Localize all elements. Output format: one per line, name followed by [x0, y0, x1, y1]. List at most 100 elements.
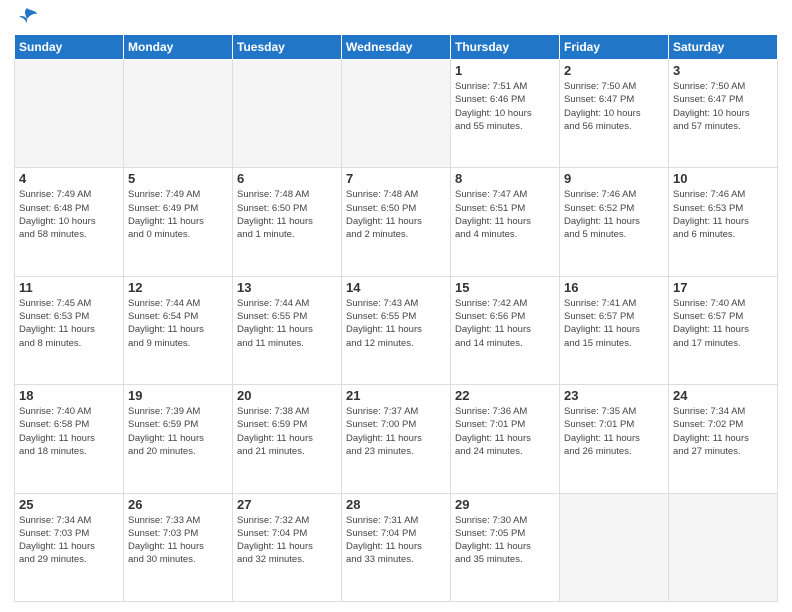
- weekday-header-row: SundayMondayTuesdayWednesdayThursdayFrid…: [15, 35, 778, 60]
- calendar-cell: 29Sunrise: 7:30 AM Sunset: 7:05 PM Dayli…: [451, 493, 560, 601]
- calendar-cell: 15 Sunrise: 7:42 AM Sunset: 6:56 PM Dayli…: [451, 276, 560, 384]
- weekday-header-thursday: Thursday: [451, 35, 560, 60]
- day-info: Sunrise: 7:45 AM Sunset: 6:53 PM Dayligh…: [19, 297, 119, 350]
- day-number: 16: [564, 280, 664, 295]
- day-number: 12: [128, 280, 228, 295]
- day-number: 13: [237, 280, 337, 295]
- day-info: Sunrise: 7:50 AM Sunset: 6:47 PM Dayligh…: [673, 80, 773, 133]
- calendar-cell: 16 Sunrise: 7:41 AM Sunset: 6:57 PM Dayli…: [560, 276, 669, 384]
- calendar-cell: 12 Sunrise: 7:44 AM Sunset: 6:54 PM Dayli…: [124, 276, 233, 384]
- day-number: 20: [237, 388, 337, 403]
- day-info: Sunrise: 7:50 AM Sunset: 6:47 PM Dayligh…: [564, 80, 664, 133]
- day-info: Sunrise: 7:41 AM Sunset: 6:57 PM Dayligh…: [564, 297, 664, 350]
- calendar-cell: 21 Sunrise: 7:37 AM Sunset: 7:00 PM Dayli…: [342, 385, 451, 493]
- day-number: 28: [346, 497, 446, 512]
- calendar-cell: 4 Sunrise: 7:49 AM Sunset: 6:48 PM Daylig…: [15, 168, 124, 276]
- calendar-week-4: 18 Sunrise: 7:40 AM Sunset: 6:58 PM Dayli…: [15, 385, 778, 493]
- day-info: Sunrise: 7:44 AM Sunset: 6:54 PM Dayligh…: [128, 297, 228, 350]
- calendar-cell: 3 Sunrise: 7:50 AM Sunset: 6:47 PM Daylig…: [669, 60, 778, 168]
- day-number: 19: [128, 388, 228, 403]
- calendar-cell: 19 Sunrise: 7:39 AM Sunset: 6:59 PM Dayli…: [124, 385, 233, 493]
- day-info: Sunrise: 7:44 AM Sunset: 6:55 PM Dayligh…: [237, 297, 337, 350]
- day-info: Sunrise: 7:32 AM Sunset: 7:04 PM Dayligh…: [237, 514, 337, 567]
- day-info: Sunrise: 7:42 AM Sunset: 6:56 PM Dayligh…: [455, 297, 555, 350]
- calendar-cell: [15, 60, 124, 168]
- day-info: Sunrise: 7:34 AM Sunset: 7:02 PM Dayligh…: [673, 405, 773, 458]
- day-info: Sunrise: 7:39 AM Sunset: 6:59 PM Dayligh…: [128, 405, 228, 458]
- day-number: 26: [128, 497, 228, 512]
- day-info: Sunrise: 7:40 AM Sunset: 6:57 PM Dayligh…: [673, 297, 773, 350]
- logo-bird-icon: [16, 6, 38, 28]
- day-info: Sunrise: 7:48 AM Sunset: 6:50 PM Dayligh…: [346, 188, 446, 241]
- day-number: 25: [19, 497, 119, 512]
- day-info: Sunrise: 7:31 AM Sunset: 7:04 PM Dayligh…: [346, 514, 446, 567]
- day-number: 27: [237, 497, 337, 512]
- calendar-cell: 27 Sunrise: 7:32 AM Sunset: 7:04 PM Dayli…: [233, 493, 342, 601]
- weekday-header-tuesday: Tuesday: [233, 35, 342, 60]
- calendar-cell: 18 Sunrise: 7:40 AM Sunset: 6:58 PM Dayli…: [15, 385, 124, 493]
- day-info: Sunrise: 7:51 AM Sunset: 6:46 PM Dayligh…: [455, 80, 555, 133]
- calendar-cell: 20 Sunrise: 7:38 AM Sunset: 6:59 PM Dayli…: [233, 385, 342, 493]
- calendar-cell: [233, 60, 342, 168]
- day-number: 4: [19, 171, 119, 186]
- day-number: 1: [455, 63, 555, 78]
- page: SundayMondayTuesdayWednesdayThursdayFrid…: [0, 0, 792, 612]
- calendar-cell: 13 Sunrise: 7:44 AM Sunset: 6:55 PM Dayli…: [233, 276, 342, 384]
- day-number: 3: [673, 63, 773, 78]
- day-number: 8: [455, 171, 555, 186]
- day-info: Sunrise: 7:40 AM Sunset: 6:58 PM Dayligh…: [19, 405, 119, 458]
- day-number: 22: [455, 388, 555, 403]
- calendar-week-5: 25 Sunrise: 7:34 AM Sunset: 7:03 PM Dayli…: [15, 493, 778, 601]
- calendar-cell: 22Sunrise: 7:36 AM Sunset: 7:01 PM Dayli…: [451, 385, 560, 493]
- calendar-cell: [560, 493, 669, 601]
- day-info: Sunrise: 7:37 AM Sunset: 7:00 PM Dayligh…: [346, 405, 446, 458]
- calendar-week-2: 4 Sunrise: 7:49 AM Sunset: 6:48 PM Daylig…: [15, 168, 778, 276]
- calendar-cell: 24 Sunrise: 7:34 AM Sunset: 7:02 PM Dayli…: [669, 385, 778, 493]
- day-number: 9: [564, 171, 664, 186]
- calendar-cell: 11 Sunrise: 7:45 AM Sunset: 6:53 PM Dayli…: [15, 276, 124, 384]
- day-info: Sunrise: 7:38 AM Sunset: 6:59 PM Dayligh…: [237, 405, 337, 458]
- day-info: Sunrise: 7:49 AM Sunset: 6:49 PM Dayligh…: [128, 188, 228, 241]
- day-info: Sunrise: 7:33 AM Sunset: 7:03 PM Dayligh…: [128, 514, 228, 567]
- day-info: Sunrise: 7:34 AM Sunset: 7:03 PM Dayligh…: [19, 514, 119, 567]
- day-info: Sunrise: 7:35 AM Sunset: 7:01 PM Dayligh…: [564, 405, 664, 458]
- calendar-cell: 10 Sunrise: 7:46 AM Sunset: 6:53 PM Dayli…: [669, 168, 778, 276]
- day-info: Sunrise: 7:30 AM Sunset: 7:05 PM Dayligh…: [455, 514, 555, 567]
- weekday-header-friday: Friday: [560, 35, 669, 60]
- calendar-cell: [669, 493, 778, 601]
- day-number: 23: [564, 388, 664, 403]
- calendar-cell: 8Sunrise: 7:47 AM Sunset: 6:51 PM Daylig…: [451, 168, 560, 276]
- day-info: Sunrise: 7:48 AM Sunset: 6:50 PM Dayligh…: [237, 188, 337, 241]
- day-info: Sunrise: 7:49 AM Sunset: 6:48 PM Dayligh…: [19, 188, 119, 241]
- day-number: 15: [455, 280, 555, 295]
- calendar-cell: [342, 60, 451, 168]
- calendar-cell: 5 Sunrise: 7:49 AM Sunset: 6:49 PM Daylig…: [124, 168, 233, 276]
- calendar-week-1: 1 Sunrise: 7:51 AM Sunset: 6:46 PM Daylig…: [15, 60, 778, 168]
- day-number: 21: [346, 388, 446, 403]
- day-number: 14: [346, 280, 446, 295]
- calendar-week-3: 11 Sunrise: 7:45 AM Sunset: 6:53 PM Dayli…: [15, 276, 778, 384]
- weekday-header-sunday: Sunday: [15, 35, 124, 60]
- calendar-cell: 25 Sunrise: 7:34 AM Sunset: 7:03 PM Dayli…: [15, 493, 124, 601]
- day-number: 24: [673, 388, 773, 403]
- day-info: Sunrise: 7:46 AM Sunset: 6:52 PM Dayligh…: [564, 188, 664, 241]
- day-number: 10: [673, 171, 773, 186]
- weekday-header-wednesday: Wednesday: [342, 35, 451, 60]
- calendar-cell: 1 Sunrise: 7:51 AM Sunset: 6:46 PM Daylig…: [451, 60, 560, 168]
- day-number: 11: [19, 280, 119, 295]
- weekday-header-saturday: Saturday: [669, 35, 778, 60]
- calendar-cell: 28 Sunrise: 7:31 AM Sunset: 7:04 PM Dayli…: [342, 493, 451, 601]
- calendar-cell: 23 Sunrise: 7:35 AM Sunset: 7:01 PM Dayli…: [560, 385, 669, 493]
- day-number: 17: [673, 280, 773, 295]
- calendar-cell: 26 Sunrise: 7:33 AM Sunset: 7:03 PM Dayli…: [124, 493, 233, 601]
- calendar-table: SundayMondayTuesdayWednesdayThursdayFrid…: [14, 34, 778, 602]
- calendar-cell: 14 Sunrise: 7:43 AM Sunset: 6:55 PM Dayli…: [342, 276, 451, 384]
- day-number: 18: [19, 388, 119, 403]
- day-info: Sunrise: 7:43 AM Sunset: 6:55 PM Dayligh…: [346, 297, 446, 350]
- calendar-cell: 6Sunrise: 7:48 AM Sunset: 6:50 PM Daylig…: [233, 168, 342, 276]
- calendar-cell: 7Sunrise: 7:48 AM Sunset: 6:50 PM Daylig…: [342, 168, 451, 276]
- day-info: Sunrise: 7:46 AM Sunset: 6:53 PM Dayligh…: [673, 188, 773, 241]
- calendar-cell: 9 Sunrise: 7:46 AM Sunset: 6:52 PM Daylig…: [560, 168, 669, 276]
- calendar-cell: 2Sunrise: 7:50 AM Sunset: 6:47 PM Daylig…: [560, 60, 669, 168]
- day-number: 5: [128, 171, 228, 186]
